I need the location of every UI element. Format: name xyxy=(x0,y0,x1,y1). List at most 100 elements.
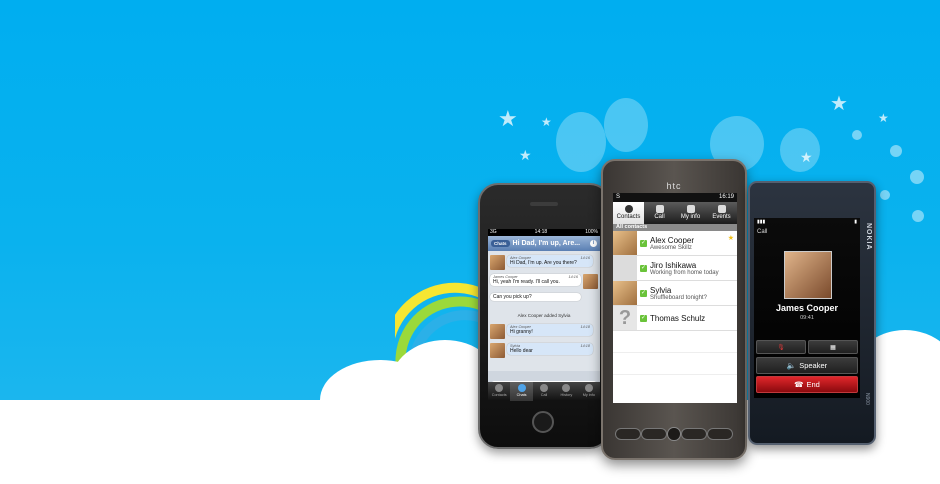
back-button[interactable]: Chats xyxy=(491,240,510,247)
message-bubble: James Cooper 14:16 Hi, yeah I'm ready. I'… xyxy=(490,274,581,286)
iphone-tab-bar: Contacts Chats Call History My info xyxy=(488,382,600,401)
online-status-icon: ✓ xyxy=(640,314,647,322)
message-text: Hi Dad, I'm up. Are you there? xyxy=(510,260,577,266)
mute-button[interactable]: 🎙 xyxy=(756,340,806,354)
message-bubble: Sylvia 14:18 Hello dear xyxy=(507,343,593,355)
star-icon: ★ xyxy=(830,93,848,115)
back-key[interactable] xyxy=(680,428,707,440)
contact-row[interactable]: ✓ Sylvia Shuffleboard tonight? xyxy=(613,281,737,306)
chat-message: Can you pick up? xyxy=(490,293,581,301)
star-icon: ★ xyxy=(498,106,518,131)
tab-label: Call xyxy=(654,214,665,220)
chat-log[interactable]: Alex Cooper 14:16 Hi Dad, I'm up. Are you… xyxy=(488,251,600,371)
tab-my-info[interactable]: My info xyxy=(578,382,600,401)
tab-history[interactable]: History xyxy=(555,382,577,401)
tab-contacts[interactable]: Contacts xyxy=(488,382,510,401)
carrier-label: 3G xyxy=(490,229,497,235)
person-icon xyxy=(624,205,633,213)
message-text: Hi granny! xyxy=(510,329,533,335)
message-time: 14:16 xyxy=(580,256,590,260)
phone-icon xyxy=(655,205,664,213)
end-label: End xyxy=(806,380,820,389)
mood-message: Awesome Skillz xyxy=(650,244,692,251)
avatar xyxy=(613,231,637,255)
contact-name: Sylvia xyxy=(650,285,672,295)
contact-row[interactable]: ✓ Jiro Ishikawa Working from home today xyxy=(613,256,737,281)
status-bar: S 16:19 xyxy=(613,193,737,202)
contact-row[interactable]: ? ✓ Thomas Schulz xyxy=(613,306,737,331)
message-composer xyxy=(488,371,600,388)
mood-message: Working from home today xyxy=(650,269,719,276)
mood-message: Shuffleboard tonight? xyxy=(650,294,707,301)
tab-events[interactable]: Events xyxy=(706,202,737,224)
menu-key[interactable] xyxy=(641,428,668,440)
tab-call[interactable]: Call xyxy=(644,202,675,224)
chat-message: Alex Cooper 14:18 Hi granny! xyxy=(490,324,593,339)
tab-call[interactable]: Call xyxy=(533,382,555,401)
chat-message: James Cooper 14:16 Hi, yeah I'm ready. I'… xyxy=(490,274,598,289)
caller-photo xyxy=(784,251,832,299)
star-icon: ★ xyxy=(541,115,552,129)
message-text: Hi, yeah I'm ready. I'll call you. xyxy=(493,279,560,285)
tab-my-info[interactable]: My info xyxy=(675,202,706,224)
status-bar: ▮▮▮ ▮ xyxy=(754,218,860,227)
online-status-icon: ✓ xyxy=(640,239,647,247)
events-icon xyxy=(717,205,726,213)
message-time: 14:18 xyxy=(580,325,590,329)
avatar xyxy=(613,256,637,280)
bubble-dot xyxy=(852,130,862,140)
nokia-screen: ▮▮▮ ▮ Call James Cooper 09:41 🎙 ▦ 🔈 Spea… xyxy=(754,218,860,398)
microphone-icon: 🎙 xyxy=(777,344,785,351)
bubble-dot xyxy=(912,210,924,222)
caller-name: James Cooper xyxy=(775,303,839,313)
empty-row xyxy=(613,353,737,375)
signal-icon: ▮▮▮ xyxy=(757,219,766,225)
star-icon: ★ xyxy=(519,147,532,163)
clock: 16:19 xyxy=(718,194,734,200)
clock: 14:18 xyxy=(534,229,548,235)
tab-contacts[interactable]: Contacts xyxy=(613,202,644,224)
online-status-icon: ✓ xyxy=(640,289,647,297)
message-time: 14:16 xyxy=(568,275,578,279)
system-message: Alex Cooper added Sylvia xyxy=(517,313,571,318)
favorite-star-icon: ★ xyxy=(727,235,734,242)
chat-title: Hi Dad, I'm up, Are... xyxy=(512,240,581,247)
chat-message: Sylvia 14:18 Hello dear xyxy=(490,343,593,358)
avatar xyxy=(490,343,505,358)
search-key[interactable] xyxy=(706,428,733,440)
battery-icon: ▮ xyxy=(854,219,857,225)
star-icon: ★ xyxy=(800,149,813,165)
keypad-button[interactable]: ▦ xyxy=(808,340,858,354)
home-button[interactable] xyxy=(532,411,554,433)
status-bar: 3G 14:18 100% xyxy=(488,229,600,236)
tab-chats[interactable]: Chats xyxy=(510,382,533,401)
chat-message: Alex Cooper 14:16 Hi Dad, I'm up. Are you… xyxy=(490,255,593,270)
htc-device: htc S 16:19 Contacts Call My info Events… xyxy=(601,159,747,460)
unknown-avatar-icon: ? xyxy=(613,306,637,330)
trackball[interactable] xyxy=(667,427,681,441)
speaker-button[interactable]: 🔈 Speaker xyxy=(756,357,858,374)
call-controls: 🎙 ▦ xyxy=(756,340,858,354)
star-icon: ★ xyxy=(878,111,889,125)
avatar xyxy=(583,274,598,289)
bubble-dot xyxy=(910,170,924,184)
avatar xyxy=(490,255,505,270)
battery-label: 100% xyxy=(585,229,598,235)
brand-logo: NOKIA xyxy=(865,223,872,251)
message-time: 14:18 xyxy=(580,344,590,348)
end-call-button[interactable]: ☎ End xyxy=(756,376,858,393)
call-duration: 09:41 xyxy=(800,315,814,321)
contact-row[interactable]: ✓ Alex Cooper Awesome Skillz ★ xyxy=(613,231,737,256)
iphone-screen: 3G 14:18 100% Chats Hi Dad, I'm up, Are.… xyxy=(488,229,600,401)
message-bubble: Can you pick up? xyxy=(490,293,581,301)
htc-screen: S 16:19 Contacts Call My info Events All… xyxy=(613,193,737,403)
earpiece xyxy=(530,202,558,206)
info-icon[interactable]: i xyxy=(590,240,597,247)
brand-logo: htc xyxy=(666,181,682,191)
swirl-decoration xyxy=(556,112,606,172)
home-key[interactable] xyxy=(615,428,642,440)
contact-name: Jiro Ishikawa xyxy=(650,260,697,270)
app-indicator: S xyxy=(616,194,621,200)
message-bubble: Alex Cooper 14:16 Hi Dad, I'm up. Are you… xyxy=(507,255,593,267)
htc-tab-bar: Contacts Call My info Events xyxy=(613,202,737,224)
